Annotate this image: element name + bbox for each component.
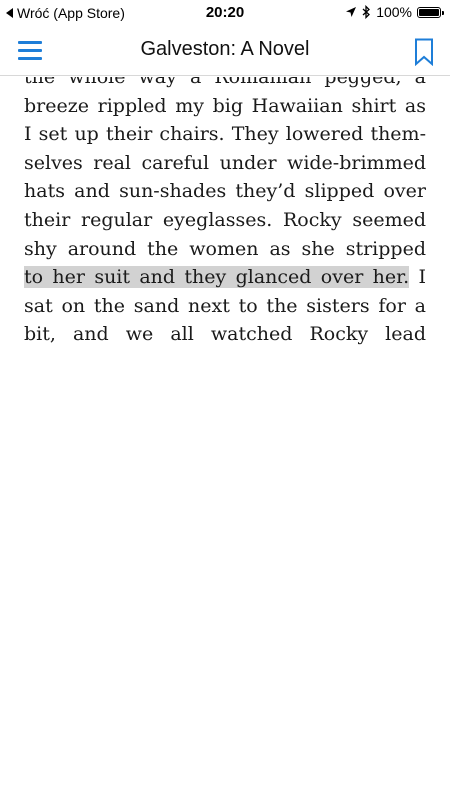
battery-level <box>419 8 439 16</box>
page-blank-area[interactable] <box>0 347 450 800</box>
bluetooth-icon <box>362 5 371 19</box>
text-line: hats and sun-shades they’d slipped over <box>24 180 426 203</box>
hamburger-icon <box>18 41 42 60</box>
location-arrow-icon <box>346 7 357 17</box>
reading-page[interactable]: the whole way a Romanian pegged, a breez… <box>24 77 426 347</box>
book-title: Galveston: A Novel <box>140 38 310 60</box>
highlight-line-tail: I <box>409 266 426 289</box>
text-line: selves real careful under wide-brimmed <box>24 151 426 174</box>
text-line: I set up their chairs. They lowered them… <box>24 123 426 146</box>
bookmark-icon <box>415 38 433 67</box>
battery-icon <box>417 6 444 18</box>
text-line: shy around the women as she stripped <box>24 237 426 260</box>
menu-button[interactable] <box>18 41 42 61</box>
status-indicators: 100% <box>345 4 444 20</box>
battery-percent: 100% <box>376 4 412 20</box>
nav-bar: Galveston: A Novel <box>0 26 450 76</box>
text-line: the whole way a Romanian pegged, a <box>24 77 426 88</box>
text-line: bit, and we all watched Rocky lead <box>24 323 426 346</box>
text-line: sat on the sand next to the sisters for … <box>24 294 426 317</box>
bookmark-button[interactable] <box>414 38 434 67</box>
highlighted-passage[interactable]: to her suit and they glanced over her. <box>24 266 410 289</box>
text-line-highlighted: to her suit and they glanced over her. I <box>24 263 426 292</box>
text-line: their regular eyeglasses. Rocky seemed <box>24 208 426 231</box>
text-line: breeze rippled my big Hawaiian shirt as <box>24 94 426 117</box>
status-bar: Wróć (App Store) 20:20 100% <box>0 0 450 26</box>
